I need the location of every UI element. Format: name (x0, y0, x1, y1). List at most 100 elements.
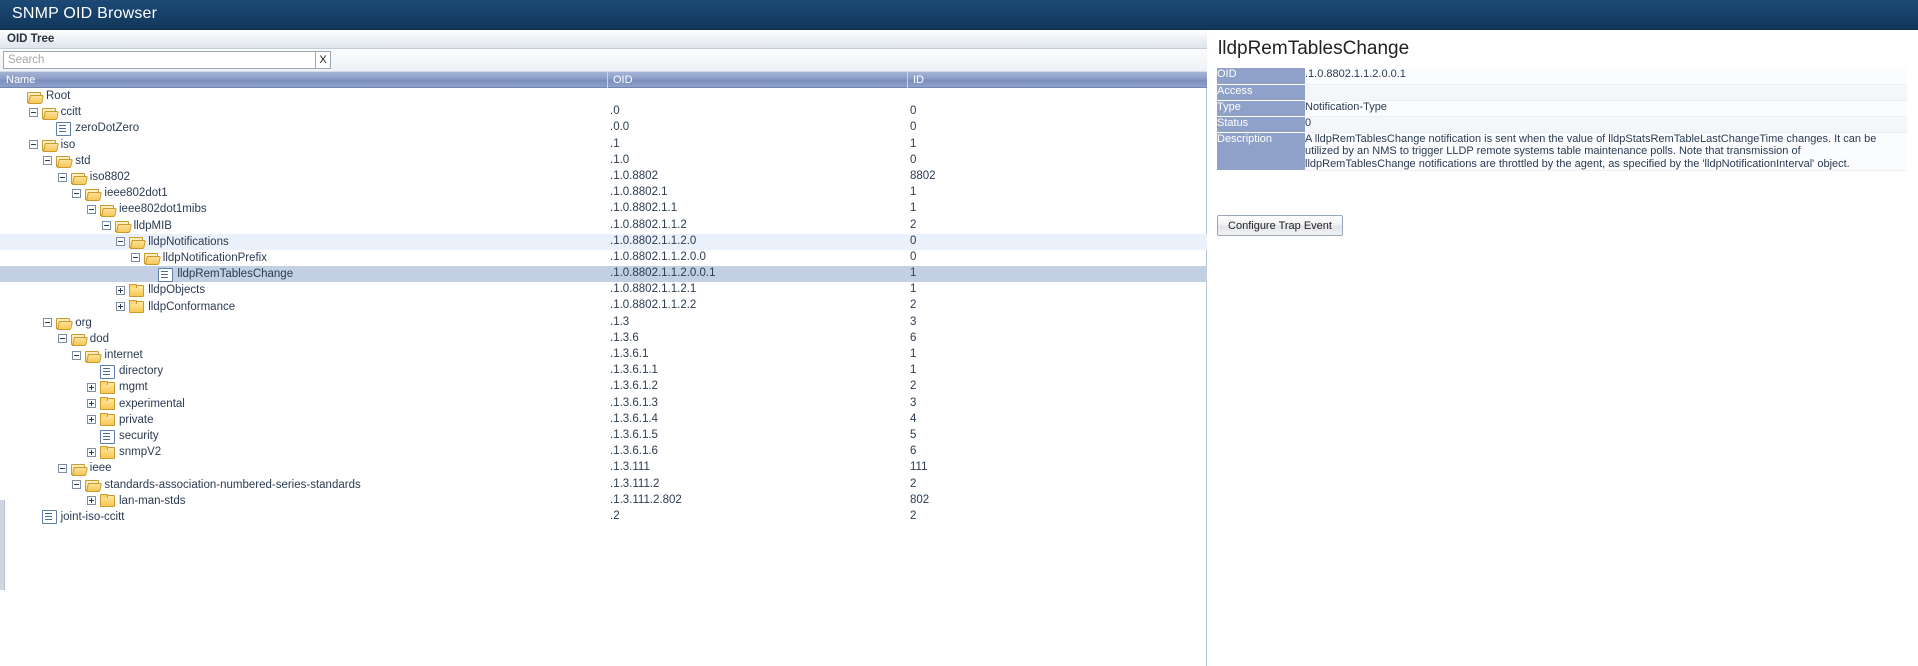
tree-row[interactable]: ieee .1.3.111 111 (0, 460, 1207, 476)
search-input[interactable] (3, 51, 316, 69)
collapse-minus-icon[interactable] (87, 204, 96, 214)
tree-row[interactable]: iso8802 .1.0.8802 8802 (0, 169, 1207, 185)
collapse-minus-icon[interactable] (72, 350, 82, 360)
tree-row[interactable]: iso .1 1 (0, 137, 1207, 153)
column-header-name-label: Name (6, 74, 36, 86)
folder-open-icon (55, 154, 71, 168)
configure-trap-event-button[interactable]: Configure Trap Event (1217, 215, 1343, 236)
collapse-minus-icon[interactable] (101, 221, 111, 231)
column-header-name[interactable]: Name (0, 73, 607, 88)
collapse-minus-icon[interactable] (28, 140, 38, 150)
collapse-minus-icon[interactable] (130, 253, 140, 263)
tree-row[interactable]: std .1.0 0 (0, 153, 1207, 169)
expand-plus-icon[interactable] (87, 399, 96, 409)
tree-row-oid-cell: .1.3 (610, 315, 630, 328)
collapse-minus-icon[interactable] (57, 463, 67, 473)
tree-row-oid-cell: .1.3.6.1 (610, 348, 649, 360)
tree-row[interactable]: ccitt .0 0 (0, 104, 1207, 120)
tree-row[interactable]: lldpConformance .1.0.8802.1.1.2.2 2 (0, 298, 1207, 314)
tree-row-label: mgmt (119, 381, 148, 394)
tree-row[interactable]: experimental .1.3.6.1.3 3 (0, 396, 1207, 412)
tree-row[interactable]: joint-iso-ccitt .2 2 (0, 509, 1207, 525)
search-bar: X (0, 49, 1207, 72)
expand-plus-icon[interactable] (116, 285, 126, 295)
tree-row[interactable]: org .1.3 3 (0, 315, 1207, 331)
tree-row-oid-cell: .0 (610, 105, 620, 118)
collapse-minus-icon[interactable] (43, 318, 53, 328)
tree-row-id-cell: 4 (910, 412, 917, 425)
tree-row-oid-cell: .0.0 (610, 121, 630, 134)
tree-row-label: iso8802 (89, 171, 131, 184)
collapse-minus-icon[interactable] (28, 107, 38, 117)
tree-row[interactable]: ieee802dot1mibs .1.0.8802.1.1 1 (0, 201, 1207, 217)
tree-row-label: lldpMIB (133, 219, 172, 232)
tree-row-name-cell: standards-association-numbered-series-st… (72, 477, 361, 493)
tree-row[interactable]: lldpRemTablesChange .1.0.8802.1.1.2.0.0.1… (0, 266, 1207, 283)
column-header-id[interactable]: ID (907, 73, 1207, 88)
tree-row-name-cell: zeroDotZero (43, 120, 139, 136)
expand-plus-icon[interactable] (116, 302, 126, 312)
tree-row-name-cell: ccitt (28, 104, 81, 120)
tree-row[interactable]: snmpV2 .1.3.6.1.6 6 (0, 444, 1207, 460)
tree-row[interactable]: mgmt .1.3.6.1.2 2 (0, 379, 1207, 395)
folder-closed-icon (99, 380, 115, 394)
tree-row[interactable]: internet .1.3.6.1 1 (0, 347, 1207, 363)
tree-row[interactable]: dod .1.3.6 6 (0, 331, 1207, 347)
tree-row[interactable]: lldpMIB .1.0.8802.1.1.2 2 (0, 218, 1207, 234)
tree-row-id-cell: 6 (910, 445, 917, 458)
oid-tree-header: OID Tree (0, 30, 1207, 49)
tree-row-label: zeroDotZero (75, 122, 140, 135)
tree-expander-spacer (145, 270, 157, 279)
expand-plus-icon[interactable] (87, 415, 96, 425)
tree-row[interactable]: ieee802dot1 .1.0.8802.1 1 (0, 185, 1207, 201)
collapse-minus-icon[interactable] (43, 156, 53, 166)
tree-row-oid-cell: .1.0.8802.1.1.2.0.0 (610, 250, 706, 263)
column-header-id-label: ID (913, 74, 924, 86)
search-clear-button[interactable]: X (316, 51, 331, 69)
tree-row-label: directory (119, 365, 164, 378)
tree-row-label: ieee802dot1mibs (119, 203, 207, 216)
tree-row[interactable]: Root (0, 88, 1207, 104)
tree-row[interactable]: security .1.3.6.1.5 5 (0, 428, 1207, 444)
tree-row[interactable]: directory .1.3.6.1.1 1 (0, 363, 1207, 379)
tree-row-label: dod (89, 332, 109, 345)
leaf-icon (55, 121, 72, 136)
expand-plus-icon[interactable] (87, 447, 96, 457)
collapse-minus-icon[interactable] (116, 237, 126, 247)
tree-row[interactable]: lldpNotifications .1.0.8802.1.1.2.0 0 (0, 233, 1207, 250)
tree-row[interactable]: lan-man-stds .1.3.111.2.802 802 (0, 493, 1207, 509)
expand-plus-icon[interactable] (87, 382, 96, 392)
leaf-icon (157, 267, 174, 282)
tree-row-id-cell: 1 (910, 348, 917, 360)
tree-row-id-cell: 2 (910, 299, 917, 312)
folder-open-icon (70, 462, 86, 475)
tree-row-oid-cell: .1.3.6.1.3 (610, 396, 658, 409)
tree-row-label: standards-association-numbered-series-st… (104, 478, 361, 491)
detail-row: Status 0 (1217, 116, 1907, 133)
folder-closed-icon (99, 413, 115, 427)
oid-tree[interactable]: Root ccitt .0 0 zeroDotZero .0.0 0 iso .1 1 std .1.… (0, 88, 1207, 666)
tree-row-name-cell: ieee (57, 460, 112, 476)
detail-label: Access (1217, 84, 1305, 101)
collapse-minus-icon[interactable] (72, 188, 82, 198)
tree-row-oid-cell: .1.3.6.1.6 (610, 445, 658, 458)
tree-row-label: Root (46, 90, 71, 103)
tree-scrollbar[interactable] (0, 500, 5, 590)
tree-row-id-cell: 1 (910, 137, 917, 150)
column-header-oid[interactable]: OID (607, 73, 907, 88)
tree-row[interactable]: lldpNotificationPrefix .1.0.8802.1.1.2.0.… (0, 250, 1207, 266)
collapse-minus-icon[interactable] (72, 480, 82, 490)
collapse-minus-icon[interactable] (57, 172, 67, 182)
tree-row-name-cell: directory (87, 363, 163, 379)
collapse-minus-icon[interactable] (57, 334, 67, 344)
folder-open-icon (143, 251, 159, 265)
folder-closed-icon (128, 283, 145, 297)
tree-row[interactable]: zeroDotZero .0.0 0 (0, 120, 1207, 136)
tree-row[interactable]: lldpObjects .1.0.8802.1.1.2.1 1 (0, 282, 1207, 298)
tree-row[interactable]: private .1.3.6.1.4 4 (0, 412, 1207, 428)
tree-row-oid-cell: .1.3.6.1.5 (610, 428, 658, 441)
expand-plus-icon[interactable] (87, 496, 96, 506)
tree-row-name-cell: private (87, 412, 154, 428)
tree-row-label: snmpV2 (119, 446, 162, 459)
tree-row[interactable]: standards-association-numbered-series-st… (0, 477, 1207, 493)
